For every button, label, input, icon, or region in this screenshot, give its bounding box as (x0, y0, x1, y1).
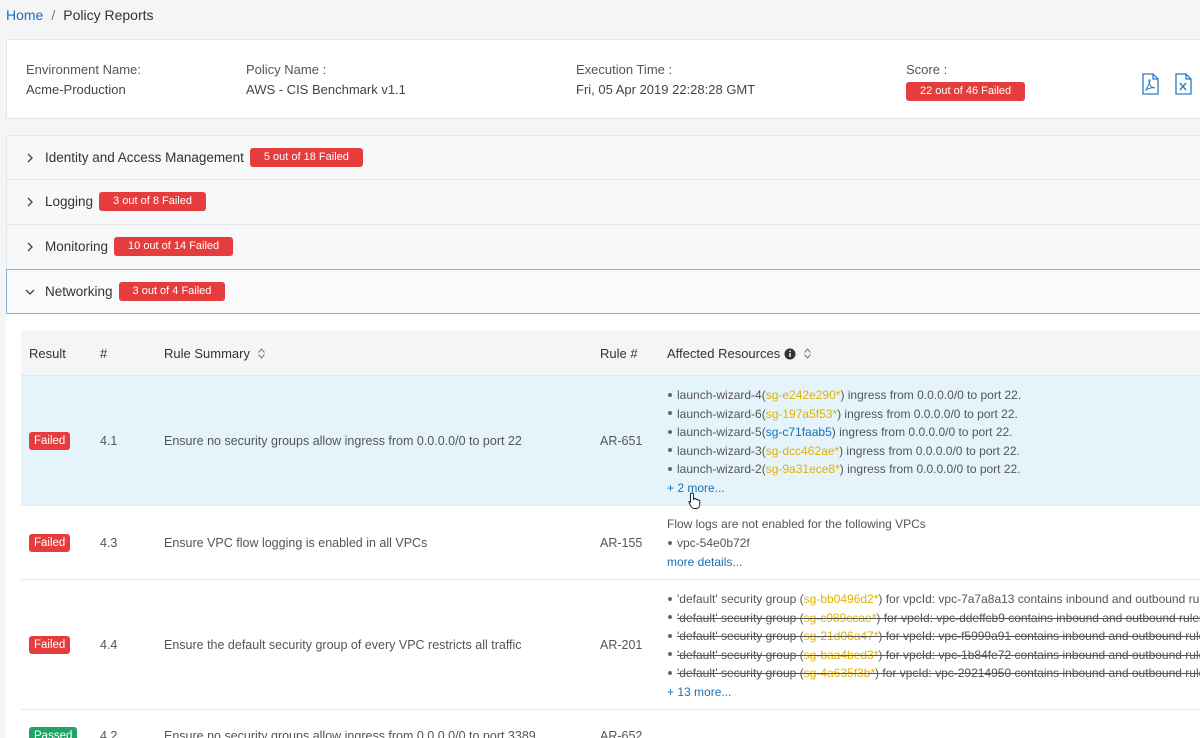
chevron-right-icon (27, 242, 33, 251)
breadcrumb-separator: / (51, 7, 56, 23)
rule-index: 4.4 (100, 638, 118, 652)
chevron-right-icon (27, 197, 33, 206)
environment-info: Environment Name: Acme-Production (26, 62, 141, 97)
section-identity-access-management[interactable]: Identity and Access Management 5 out of … (6, 135, 1200, 180)
sort-icon[interactable] (258, 348, 265, 359)
security-group-link[interactable]: sg-c71faab5 (766, 425, 832, 439)
security-group-link[interactable]: sg-197a5f53* (766, 407, 837, 421)
list-item: 'default' security group (sg-4a635f3b*) … (667, 664, 1200, 683)
col-number: # (100, 346, 108, 361)
chevron-right-icon (27, 153, 33, 162)
rule-summary: Ensure VPC flow logging is enabled in al… (164, 536, 428, 550)
score-info: Score : 22 out of 46 Failed (906, 62, 1026, 101)
environment-value: Acme-Production (26, 82, 126, 97)
rule-index: 4.1 (100, 434, 118, 448)
environment-label: Environment Name: (26, 62, 141, 77)
more-details-link[interactable]: more details... (667, 553, 926, 571)
section-title: Networking (45, 284, 113, 299)
section-networking[interactable]: Networking 3 out of 4 Failed (6, 269, 1200, 314)
result-badge: Failed (29, 432, 71, 450)
affected-resources-list: Flow logs are not enabled for the follow… (667, 515, 926, 571)
section-failed-badge: 5 out of 18 Failed (249, 148, 363, 167)
report-summary-card: Environment Name: Acme-Production Policy… (6, 39, 1200, 119)
table-row[interactable]: Failed 4.4 Ensure the default security g… (21, 580, 1200, 710)
score-label: Score : (906, 62, 948, 77)
chevron-down-icon (25, 289, 35, 295)
result-badge: Failed (29, 534, 71, 552)
section-failed-badge: 10 out of 14 Failed (114, 237, 234, 256)
list-item: launch-wizard-3(sg-dcc462ae*) ingress fr… (667, 442, 1021, 461)
col-affected-resources-label: Affected Resources (667, 346, 781, 361)
hand-cursor-icon (688, 492, 701, 509)
section-title: Logging (45, 194, 94, 209)
breadcrumb-current: Policy Reports (63, 7, 154, 23)
table-row[interactable]: Failed 4.3 Ensure VPC flow logging is en… (21, 506, 1200, 580)
section-title: Identity and Access Management (45, 150, 244, 165)
list-item: vpc-54e0b72f (667, 534, 926, 553)
policy-info: Policy Name : AWS - CIS Benchmark v1.1 (246, 62, 406, 97)
col-affected-resources[interactable]: Affected Resources (667, 346, 812, 361)
col-rule-number: Rule # (600, 346, 638, 361)
info-icon[interactable] (784, 348, 796, 360)
rule-id: AR-651 (600, 434, 643, 448)
security-group-link[interactable]: sg-21d06a47* (804, 629, 879, 643)
policy-label: Policy Name : (246, 62, 327, 77)
col-rule-summary[interactable]: Rule Summary (164, 346, 265, 361)
rule-summary: Ensure no security groups allow ingress … (164, 434, 522, 448)
list-item: launch-wizard-6(sg-197a5f53*) ingress fr… (667, 405, 1021, 424)
section-title: Monitoring (45, 239, 109, 254)
score-badge: 22 out of 46 Failed (906, 82, 1026, 101)
affected-resources-list: 'default' security group (sg-bb0496d2*) … (667, 590, 1200, 701)
list-item: launch-wizard-4(sg-e242e290*) ingress fr… (667, 386, 1021, 405)
security-group-link[interactable]: sg-9a31ece8* (766, 462, 840, 476)
col-rule-summary-label: Rule Summary (164, 346, 250, 361)
section-failed-badge: 3 out of 4 Failed (118, 282, 226, 301)
result-badge: Passed (29, 727, 78, 738)
rule-id: AR-201 (600, 638, 643, 652)
rule-index: 4.2 (100, 729, 118, 738)
section-monitoring[interactable]: Monitoring 10 out of 14 Failed (6, 225, 1200, 270)
list-item: launch-wizard-2(sg-9a31ece8*) ingress fr… (667, 460, 1021, 479)
sort-icon[interactable] (804, 348, 812, 359)
pdf-icon[interactable] (1140, 73, 1160, 95)
section-logging[interactable]: Logging 3 out of 8 Failed (6, 180, 1200, 225)
table-header: Result # Rule Summary Rule # Affected Re… (21, 331, 1200, 376)
execution-info: Execution Time : Fri, 05 Apr 2019 22:28:… (576, 62, 755, 97)
resources-heading: Flow logs are not enabled for the follow… (667, 517, 926, 531)
show-more-link[interactable]: + 2 more... (667, 479, 1021, 497)
list-item: 'default' security group (sg-bb0496d2*) … (667, 590, 1200, 609)
rule-summary: Ensure the default security group of eve… (164, 638, 522, 652)
breadcrumb: Home / Policy Reports (6, 7, 154, 23)
result-badge: Failed (29, 636, 71, 654)
security-group-link[interactable]: sg-baa4bed3* (804, 648, 879, 662)
list-item: 'default' security group (sg-21d06a47*) … (667, 627, 1200, 646)
rules-table: Result # Rule Summary Rule # Affected Re… (6, 314, 1200, 738)
col-result: Result (29, 346, 66, 361)
execution-value: Fri, 05 Apr 2019 22:28:28 GMT (576, 82, 756, 97)
policy-value: AWS - CIS Benchmark v1.1 (246, 82, 406, 97)
security-group-link[interactable]: sg-c989ccae* (804, 611, 877, 625)
rule-id: AR-652 (600, 729, 643, 738)
section-failed-badge: 3 out of 8 Failed (99, 192, 206, 211)
excel-icon[interactable] (1173, 73, 1193, 95)
breadcrumb-home-link[interactable]: Home (6, 7, 43, 23)
execution-label: Execution Time : (576, 62, 673, 77)
security-group-link[interactable]: sg-e242e290* (766, 388, 841, 402)
list-item: 'default' security group (sg-baa4bed3*) … (667, 646, 1200, 665)
rule-id: AR-155 (600, 536, 643, 550)
show-more-link[interactable]: + 13 more... (667, 683, 1200, 701)
table-row[interactable]: Failed 4.1 Ensure no security groups all… (21, 376, 1200, 506)
list-item: launch-wizard-5(sg-c71faab5) ingress fro… (667, 423, 1021, 442)
security-group-link[interactable]: sg-4a635f3b* (804, 666, 875, 680)
affected-resources-list: launch-wizard-4(sg-e242e290*) ingress fr… (667, 386, 1021, 497)
security-group-link[interactable]: sg-bb0496d2* (804, 592, 879, 606)
rule-summary: Ensure no security groups allow ingress … (164, 729, 536, 738)
rule-index: 4.3 (100, 536, 118, 550)
list-item: 'default' security group (sg-c989ccae*) … (667, 609, 1200, 628)
table-row[interactable]: Passed 4.2 Ensure no security groups all… (21, 710, 1200, 738)
security-group-link[interactable]: sg-dcc462ae* (766, 444, 839, 458)
